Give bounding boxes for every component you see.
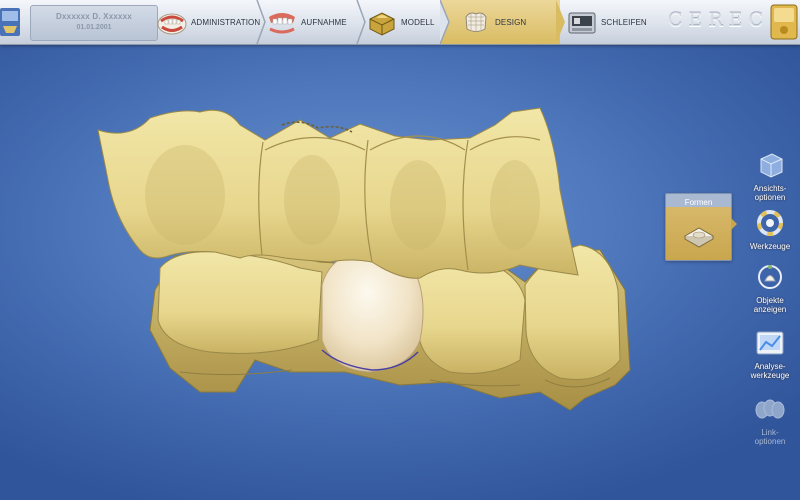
step-label: DESIGN: [495, 17, 527, 27]
lower-tooth-left: [157, 251, 323, 354]
step-modell[interactable]: MODELL: [366, 5, 435, 39]
dental-model-scene[interactable]: [0, 45, 800, 500]
step-separator: [440, 0, 450, 44]
analysis-tools-button[interactable]: Analyse- werkzeuge: [740, 328, 800, 380]
patient-date: 01.01.2001: [76, 24, 112, 31]
top-toolbar: Dxxxxxx D. Xxxxxx 01.01.2001 ADMINISTRAT…: [0, 0, 800, 45]
tools-ring-icon: [757, 210, 783, 236]
tools-label: Werkzeuge: [749, 242, 791, 251]
app-menu-icon[interactable]: [0, 6, 22, 38]
show-objects-label: Objekte anzeigen: [753, 296, 787, 314]
step-design[interactable]: DESIGN: [460, 5, 526, 39]
cerec-logo: CEREC: [668, 9, 770, 31]
formen-title: Formen: [684, 198, 713, 207]
acquisition-icon: [269, 13, 295, 34]
view-options-label: Ansichts- optionen: [753, 184, 787, 202]
link-options-button: Link- optionen: [740, 396, 800, 446]
analysis-icon: [756, 331, 784, 355]
show-objects-button[interactable]: Objekte anzeigen: [740, 262, 800, 314]
view-options-button[interactable]: Ansichts- optionen: [740, 150, 800, 202]
step-label: SCHLEIFEN: [601, 17, 647, 27]
link-icon: [755, 399, 785, 419]
tools-button[interactable]: Werkzeuge: [740, 208, 800, 251]
objects-icon: [758, 265, 782, 289]
patient-name: Dxxxxxx D. Xxxxxx: [56, 12, 132, 21]
link-options-label: Link- optionen: [754, 428, 786, 446]
lower-tooth-right-1: [417, 257, 526, 374]
milling-icon: [568, 12, 596, 34]
shape-icon: [683, 227, 715, 248]
step-separator: [356, 0, 366, 44]
step-separator: [556, 0, 565, 44]
step-aufnahme[interactable]: AUFNAHME: [266, 5, 347, 39]
step-administration[interactable]: ADMINISTRATION: [156, 5, 260, 39]
step-separator: [256, 0, 266, 44]
analysis-tools-label: Analyse- werkzeuge: [750, 362, 790, 380]
model-icon: [369, 12, 395, 36]
step-label: AUFNAHME: [301, 17, 347, 27]
formen-pointer: [731, 218, 737, 230]
administration-icon: [157, 13, 187, 35]
view-cube-icon: [760, 153, 783, 178]
3d-viewport[interactable]: [0, 45, 800, 500]
step-label: ADMINISTRATION: [191, 17, 261, 27]
step-label: MODELL: [401, 17, 435, 27]
patient-info-box[interactable]: Dxxxxxx D. Xxxxxx 01.01.2001: [30, 5, 158, 41]
step-schleifen[interactable]: SCHLEIFEN: [566, 5, 647, 39]
design-icon: [465, 12, 487, 32]
formen-panel[interactable]: Formen: [665, 193, 732, 261]
help-icon[interactable]: [770, 4, 798, 40]
